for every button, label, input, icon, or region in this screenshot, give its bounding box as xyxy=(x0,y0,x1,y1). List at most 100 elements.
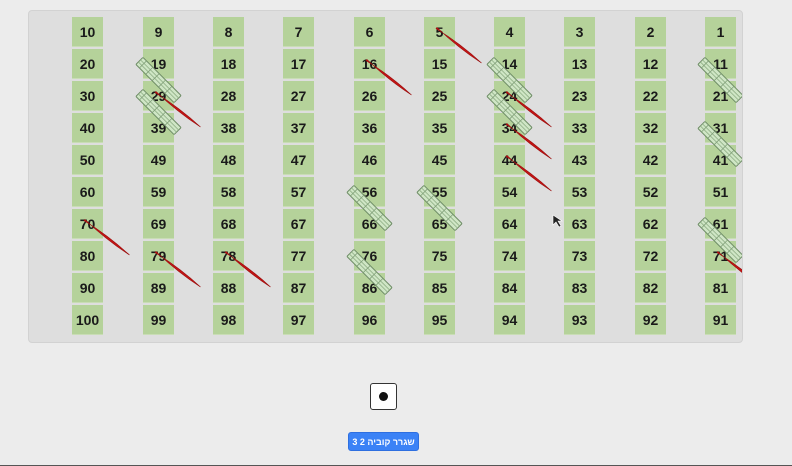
board-cell-27: 27 xyxy=(283,81,314,111)
board-cell-81: 81 xyxy=(705,273,736,303)
board-cell-42: 42 xyxy=(635,145,666,175)
board-cell-83: 83 xyxy=(564,273,595,303)
board-cell-70: 70 xyxy=(72,209,103,239)
board-cell-44: 44 xyxy=(494,145,525,175)
board-cell-91: 91 xyxy=(705,305,736,335)
board-cell-88: 88 xyxy=(213,273,244,303)
board-cell-4: 4 xyxy=(494,17,525,47)
board-cell-95: 95 xyxy=(424,305,455,335)
board-cell-59: 59 xyxy=(143,177,174,207)
board-cell-13: 13 xyxy=(564,49,595,79)
board-cell-67: 67 xyxy=(283,209,314,239)
board-cell-37: 37 xyxy=(283,113,314,143)
board-cell-32: 32 xyxy=(635,113,666,143)
board-cell-73: 73 xyxy=(564,241,595,271)
board-cell-61: 61 xyxy=(705,209,736,239)
board-cell-15: 15 xyxy=(424,49,455,79)
board-cell-92: 92 xyxy=(635,305,666,335)
board-cell-69: 69 xyxy=(143,209,174,239)
board-cell-68: 68 xyxy=(213,209,244,239)
board-cell-20: 20 xyxy=(72,49,103,79)
board-cell-48: 48 xyxy=(213,145,244,175)
board-cell-63: 63 xyxy=(564,209,595,239)
board-cell-98: 98 xyxy=(213,305,244,335)
board-cell-23: 23 xyxy=(564,81,595,111)
board-cell-21: 21 xyxy=(705,81,736,111)
board-cell-36: 36 xyxy=(354,113,385,143)
board-cell-75: 75 xyxy=(424,241,455,271)
board-cell-12: 12 xyxy=(635,49,666,79)
board-cell-45: 45 xyxy=(424,145,455,175)
board-cell-64: 64 xyxy=(494,209,525,239)
roll-dice-button[interactable]: 3 2 שגרר קוביה xyxy=(348,432,419,451)
board-cell-56: 56 xyxy=(354,177,385,207)
board-cell-5: 5 xyxy=(424,17,455,47)
board-cell-33: 33 xyxy=(564,113,595,143)
board-cell-10: 10 xyxy=(72,17,103,47)
board-cell-57: 57 xyxy=(283,177,314,207)
dice-pip xyxy=(379,392,388,401)
board-cell-25: 25 xyxy=(424,81,455,111)
board-cell-2: 2 xyxy=(635,17,666,47)
board-cell-6: 6 xyxy=(354,17,385,47)
game-board: 10 9 8 7 6 5 4 3 2 1 20 19 18 17 16 15 14 13 12 11 30 29 28 27 2… xyxy=(28,10,743,343)
board-cell-52: 52 xyxy=(635,177,666,207)
board-cell-65: 65 xyxy=(424,209,455,239)
board-cell-82: 82 xyxy=(635,273,666,303)
board-cell-41: 41 xyxy=(705,145,736,175)
board-cell-51: 51 xyxy=(705,177,736,207)
board-cell-19: 19 xyxy=(143,49,174,79)
board-cell-93: 93 xyxy=(564,305,595,335)
board-cell-40: 40 xyxy=(72,113,103,143)
board-cell-34: 34 xyxy=(494,113,525,143)
board-cell-97: 97 xyxy=(283,305,314,335)
board-cell-53: 53 xyxy=(564,177,595,207)
board-cell-71: 71 xyxy=(705,241,736,271)
board-cell-28: 28 xyxy=(213,81,244,111)
board-cell-99: 99 xyxy=(143,305,174,335)
board-cell-46: 46 xyxy=(354,145,385,175)
board-cell-16: 16 xyxy=(354,49,385,79)
board-cell-54: 54 xyxy=(494,177,525,207)
dice[interactable] xyxy=(370,383,397,410)
board-cell-85: 85 xyxy=(424,273,455,303)
board-cell-78: 78 xyxy=(213,241,244,271)
board-cell-3: 3 xyxy=(564,17,595,47)
board-cell-29: 29 xyxy=(143,81,174,111)
board-cell-8: 8 xyxy=(213,17,244,47)
board-cell-22: 22 xyxy=(635,81,666,111)
board-cell-76: 76 xyxy=(354,241,385,271)
board-cell-43: 43 xyxy=(564,145,595,175)
board-cell-89: 89 xyxy=(143,273,174,303)
board-cell-9: 9 xyxy=(143,17,174,47)
board-cell-49: 49 xyxy=(143,145,174,175)
board-cell-50: 50 xyxy=(72,145,103,175)
board-cell-72: 72 xyxy=(635,241,666,271)
mouse-cursor-icon xyxy=(552,214,563,228)
board-cell-60: 60 xyxy=(72,177,103,207)
board-cell-35: 35 xyxy=(424,113,455,143)
board-cell-77: 77 xyxy=(283,241,314,271)
board-cell-79: 79 xyxy=(143,241,174,271)
board-cell-30: 30 xyxy=(72,81,103,111)
board-cell-31: 31 xyxy=(705,113,736,143)
board-cell-94: 94 xyxy=(494,305,525,335)
board-cell-7: 7 xyxy=(283,17,314,47)
board-cell-84: 84 xyxy=(494,273,525,303)
board-cell-39: 39 xyxy=(143,113,174,143)
board-cell-58: 58 xyxy=(213,177,244,207)
board-cell-24: 24 xyxy=(494,81,525,111)
board-cell-17: 17 xyxy=(283,49,314,79)
board-cell-18: 18 xyxy=(213,49,244,79)
board-cell-74: 74 xyxy=(494,241,525,271)
board-cell-100: 100 xyxy=(72,305,103,335)
board-cell-38: 38 xyxy=(213,113,244,143)
board-cell-11: 11 xyxy=(705,49,736,79)
board-cell-80: 80 xyxy=(72,241,103,271)
board-cell-66: 66 xyxy=(354,209,385,239)
board-cell-86: 86 xyxy=(354,273,385,303)
board-cell-96: 96 xyxy=(354,305,385,335)
board-cell-47: 47 xyxy=(283,145,314,175)
board-cell-62: 62 xyxy=(635,209,666,239)
board-cell-1: 1 xyxy=(705,17,736,47)
